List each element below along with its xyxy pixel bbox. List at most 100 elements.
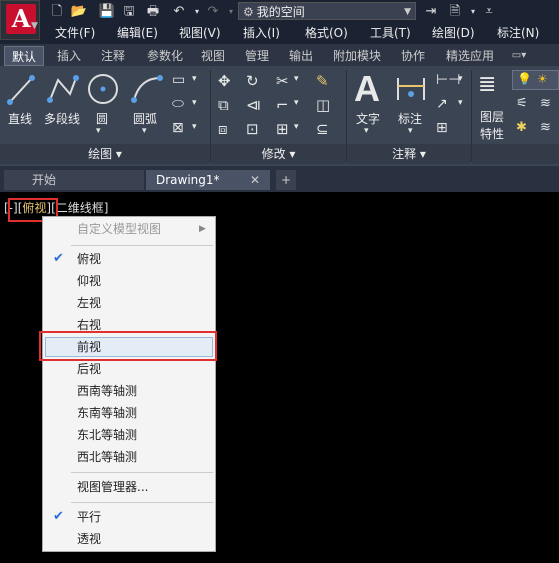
tab-view[interactable]: 视图 [196, 46, 230, 66]
chevron-down-icon[interactable]: ▾ [458, 74, 463, 84]
move-icon[interactable]: ✥ [218, 72, 231, 90]
menu-item-bottom[interactable]: 仰视 [77, 271, 101, 291]
chevron-down-icon[interactable]: ▾ [294, 122, 299, 132]
chevron-down-icon[interactable]: ▾ [96, 126, 101, 136]
trim-icon[interactable]: ✂ [276, 72, 289, 90]
menu-item-top[interactable]: 俯视 [77, 249, 101, 269]
tab-parametric[interactable]: 参数化 [140, 46, 190, 66]
offset-icon[interactable]: ⊆ [316, 120, 329, 138]
linear-dim-icon[interactable]: ⊢⊣ [436, 72, 460, 88]
hatch-icon[interactable]: ⬭ [172, 96, 184, 112]
tab-annotate[interactable]: 注释 [94, 46, 132, 66]
fillet-icon[interactable]: ⌐ [276, 96, 289, 114]
open-folder-icon[interactable]: 📂 [70, 2, 88, 22]
layer-properties-icon[interactable]: ≣ [478, 72, 496, 97]
chevron-down-icon[interactable]: ▾ [192, 74, 197, 84]
circle-icon [88, 74, 118, 104]
chevron-down-icon[interactable]: ▾ [192, 122, 197, 132]
layer-freeze-icon[interactable]: ≋ [540, 120, 551, 135]
app-menu-button[interactable]: A ▼ [0, 0, 40, 40]
menu-view[interactable]: 视图(V) [179, 24, 221, 42]
menu-insert[interactable]: 插入(I) [243, 24, 280, 42]
chevron-down-icon: ▼ [31, 21, 38, 31]
modify-panel-title[interactable]: 修改 ▾ [211, 144, 346, 164]
ribbon-options-icon[interactable]: ▭▾ [508, 46, 530, 66]
menu-file[interactable]: 文件(F) [55, 24, 95, 42]
mirror-icon[interactable]: ⧏ [246, 96, 261, 114]
save-as-icon[interactable]: 🖫 [120, 2, 138, 22]
circle-tool[interactable] [86, 72, 120, 106]
scale-icon[interactable]: ⊡ [246, 120, 259, 138]
chevron-down-icon[interactable]: ▾ [364, 126, 369, 136]
menu-item-ne-iso[interactable]: 东北等轴测 [77, 425, 137, 445]
tab-manage[interactable]: 管理 [238, 46, 276, 66]
chevron-down-icon[interactable]: ▾ [294, 74, 299, 84]
draw-panel-title[interactable]: 绘图 ▾ [0, 144, 210, 164]
menu-item-perspective[interactable]: 透视 [77, 529, 101, 549]
close-icon[interactable]: ✕ [250, 170, 260, 190]
viewport-bracket: ] [103, 201, 109, 215]
menu-dimension[interactable]: 标注(N) [497, 24, 539, 42]
tab-addins[interactable]: 附加模块 [326, 46, 388, 66]
layer-state-row[interactable]: 💡 ☀ [512, 70, 559, 90]
rectangle-icon[interactable]: ▭ [172, 72, 185, 88]
array-icon[interactable]: ⊞ [276, 120, 289, 138]
chevron-down-icon[interactable]: ▾ [192, 98, 197, 108]
menu-edit[interactable]: 编辑(E) [117, 24, 158, 42]
menu-item-nw-iso[interactable]: 西北等轴测 [77, 447, 137, 467]
menu-item-custom-model-views[interactable]: 自定义模型视图 [77, 219, 161, 239]
stretch-icon[interactable]: ⧈ [218, 120, 228, 138]
workspace-label: 我的空间 [256, 5, 305, 19]
menu-item-left[interactable]: 左视 [77, 293, 101, 313]
polyline-label: 多段线 [44, 112, 81, 126]
undo-icon[interactable]: ↶ [170, 2, 188, 22]
layer-match-icon[interactable]: ✱ [516, 120, 527, 135]
tab-featured-apps[interactable]: 精选应用 [440, 46, 500, 66]
print-icon[interactable]: 🖶 [144, 2, 162, 22]
new-tab-button[interactable]: + [276, 170, 296, 190]
menu-draw[interactable]: 绘图(D) [432, 24, 475, 42]
share-icon[interactable]: ⇥ [422, 2, 440, 22]
layers-panel-title [472, 144, 559, 164]
menu-item-se-iso[interactable]: 东南等轴测 [77, 403, 137, 423]
tab-collaborate[interactable]: 协作 [394, 46, 432, 66]
dimension-tool[interactable] [394, 74, 428, 104]
workspace-select[interactable]: ⚙ 我的空间 ▼ [238, 2, 416, 20]
modify-panel-label: 修改 [261, 147, 286, 161]
visual-style-control[interactable]: 二维线框 [56, 201, 104, 215]
layer-off-icon[interactable]: ⚟ [516, 96, 528, 111]
explode-icon[interactable]: ◫ [316, 96, 330, 114]
menu-format[interactable]: 格式(O) [305, 24, 348, 42]
chevron-down-icon[interactable]: ▾ [458, 98, 463, 108]
table-icon[interactable]: ⊞ [436, 120, 448, 136]
annotate-panel-title[interactable]: 注释 ▾ [347, 144, 471, 164]
erase-icon[interactable]: ✎ [316, 72, 329, 90]
menu-item-parallel[interactable]: 平行 [77, 507, 101, 527]
publish-icon[interactable]: 🗎 [446, 2, 464, 22]
redo-icon[interactable]: ↷ [204, 2, 222, 22]
gradient-icon[interactable]: ⊠ [172, 120, 184, 136]
new-file-icon[interactable]: 🗋 [48, 2, 66, 22]
save-icon[interactable]: 💾 [98, 2, 116, 22]
rotate-icon[interactable]: ↻ [246, 72, 259, 90]
text-icon[interactable]: A [354, 68, 380, 110]
chevron-down-icon[interactable]: ▾ [294, 98, 299, 108]
menu-tools[interactable]: 工具(T) [370, 24, 411, 42]
copy-icon[interactable]: ⧉ [218, 96, 229, 114]
qat-dropdown-icon[interactable]: ⩡ [480, 2, 498, 22]
file-tab-drawing1[interactable]: Drawing1* ✕ [146, 170, 270, 190]
menu-item-back[interactable]: 后视 [77, 359, 101, 379]
chevron-down-icon[interactable]: ▾ [408, 126, 413, 136]
line-tool[interactable] [6, 72, 36, 106]
arc-tool[interactable] [130, 72, 164, 106]
tab-default[interactable]: 默认 [4, 46, 44, 66]
file-tab-start[interactable]: 开始 [4, 170, 144, 190]
tab-insert[interactable]: 插入 [50, 46, 88, 66]
leader-icon[interactable]: ↗ [436, 96, 448, 112]
polyline-tool[interactable] [46, 72, 80, 106]
layer-isolate-icon[interactable]: ≋ [540, 96, 551, 111]
chevron-down-icon[interactable]: ▾ [142, 126, 147, 136]
tab-output[interactable]: 输出 [282, 46, 320, 66]
menu-item-view-manager[interactable]: 视图管理器... [77, 477, 148, 497]
menu-item-sw-iso[interactable]: 西南等轴测 [77, 381, 137, 401]
